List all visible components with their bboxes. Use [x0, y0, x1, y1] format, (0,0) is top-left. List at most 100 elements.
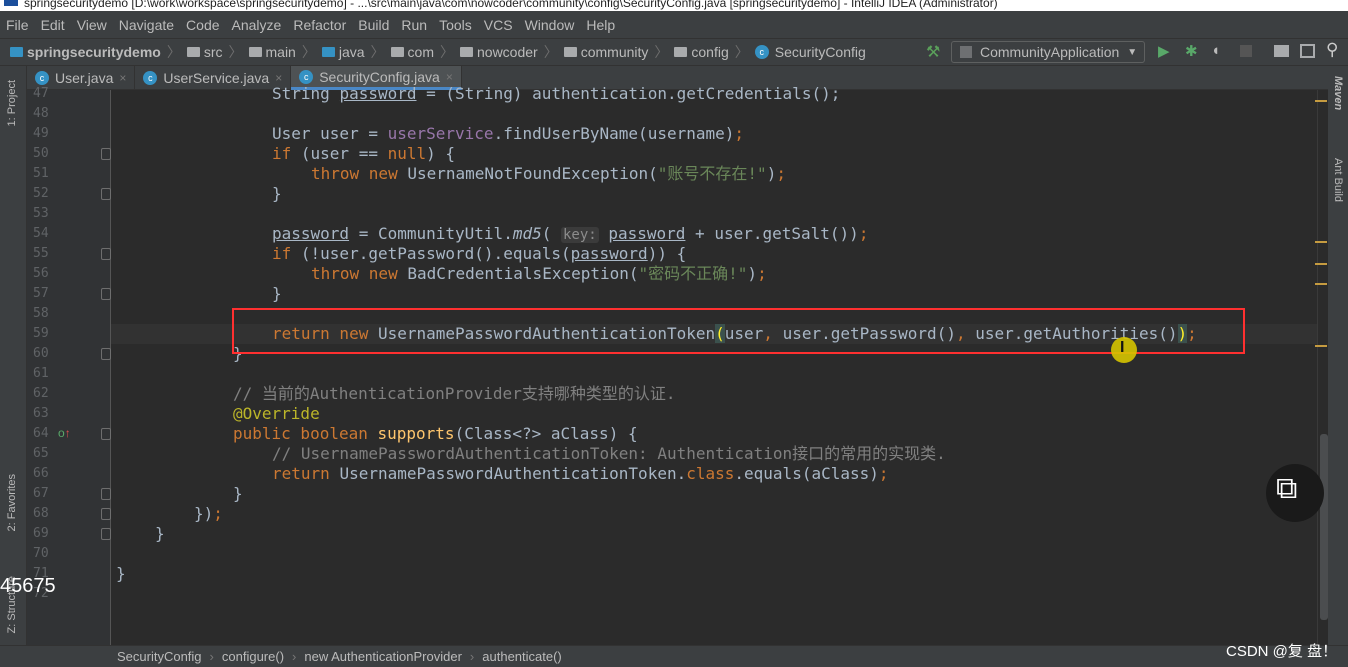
- status-breadcrumb-item[interactable]: configure(): [222, 649, 284, 664]
- status-breadcrumb-item[interactable]: new AuthenticationProvider: [304, 649, 462, 664]
- window-title: springsecuritydemo [D:\work\workspace\sp…: [24, 0, 998, 10]
- favorites-tool-button[interactable]: 2: Favorites: [6, 474, 18, 531]
- fold-marker-icon[interactable]: [101, 488, 111, 500]
- close-icon[interactable]: ×: [119, 71, 126, 85]
- code-token: = (String) authentication.getCredentials…: [416, 84, 841, 103]
- stop-icon[interactable]: [1240, 45, 1252, 57]
- menu-item-analyze[interactable]: Analyze: [232, 17, 282, 33]
- code-line[interactable]: @Override: [233, 404, 320, 424]
- project-structure-icon[interactable]: [1274, 45, 1289, 57]
- menu-item-code[interactable]: Code: [186, 17, 219, 33]
- code-line[interactable]: }: [116, 564, 126, 584]
- breadcrumb-item[interactable]: c SecurityConfig: [754, 44, 866, 60]
- ant-build-tool-button[interactable]: Ant Build: [1332, 158, 1344, 202]
- line-number: 48: [33, 106, 49, 121]
- menu-item-run[interactable]: Run: [401, 17, 427, 33]
- close-icon[interactable]: ×: [446, 70, 453, 84]
- terminal-window-icon[interactable]: [1300, 44, 1315, 58]
- code-line[interactable]: throw new BadCredentialsException("密码不正确…: [311, 264, 767, 284]
- menu-item-tools[interactable]: Tools: [439, 17, 472, 33]
- search-icon[interactable]: ⚲: [1326, 40, 1338, 60]
- menu-item-edit[interactable]: Edit: [41, 17, 65, 33]
- code-line[interactable]: }: [155, 524, 165, 544]
- code-token: }: [272, 284, 282, 303]
- breadcrumb-item[interactable]: springsecuritydemo: [10, 44, 161, 60]
- code-line[interactable]: }: [233, 484, 243, 504]
- override-marker-icon[interactable]: o↑: [58, 426, 71, 440]
- breadcrumb-label: config: [691, 44, 729, 60]
- code-line[interactable]: if (user == null) {: [272, 144, 455, 164]
- code-line[interactable]: password = CommunityUtil.md5( key: passw…: [272, 224, 868, 244]
- breadcrumb-item[interactable]: java: [321, 44, 365, 60]
- fold-marker-icon[interactable]: [101, 428, 111, 440]
- build-hammer-icon[interactable]: ⚒: [926, 42, 940, 62]
- run-configuration-select[interactable]: CommunityApplication ▼: [951, 41, 1145, 63]
- class-icon: c: [754, 45, 769, 59]
- error-stripe-mark[interactable]: [1315, 263, 1327, 265]
- maven-tool-button[interactable]: Maven: [1332, 76, 1344, 110]
- menu-item-window[interactable]: Window: [525, 17, 575, 33]
- code-line[interactable]: }: [272, 184, 282, 204]
- fold-marker-icon[interactable]: [101, 288, 111, 300]
- code-line[interactable]: // 当前的AuthenticationProvider支持哪种类型的认证.: [233, 384, 675, 404]
- chevron-down-icon: ▼: [1127, 46, 1138, 58]
- chevron-right-icon: 〉: [301, 44, 316, 60]
- menu-item-help[interactable]: Help: [586, 17, 615, 33]
- breadcrumb-item[interactable]: com: [390, 44, 434, 60]
- code-line[interactable]: User user = userService.findUserByName(u…: [272, 124, 744, 144]
- code-token: if: [272, 144, 292, 163]
- breadcrumb-item[interactable]: nowcoder: [460, 44, 538, 60]
- code-token: UsernameNotFoundException(: [407, 164, 658, 183]
- scrollbar-thumb[interactable]: [1320, 434, 1328, 620]
- menu-item-refactor[interactable]: Refactor: [293, 17, 346, 33]
- close-icon[interactable]: ×: [275, 71, 282, 85]
- code-line[interactable]: throw new UsernameNotFoundException("账号不…: [311, 164, 786, 184]
- line-number: 60: [33, 346, 49, 361]
- code-line[interactable]: String password = (String) authenticatio…: [272, 84, 840, 104]
- code-token: ;: [734, 124, 745, 143]
- code-token: )) {: [647, 244, 687, 263]
- menu-item-view[interactable]: View: [77, 17, 107, 33]
- status-breadcrumb-item[interactable]: SecurityConfig: [117, 649, 202, 664]
- line-number: 65: [33, 446, 49, 461]
- status-breadcrumb-item[interactable]: authenticate(): [482, 649, 562, 664]
- code-line[interactable]: return UsernamePasswordAuthenticationTok…: [272, 464, 889, 484]
- breadcrumb-item[interactable]: src: [186, 44, 223, 60]
- code-line[interactable]: public boolean supports(Class<?> aClass)…: [233, 424, 638, 444]
- menu-item-build[interactable]: Build: [358, 17, 389, 33]
- fold-marker-icon[interactable]: [101, 188, 111, 200]
- coverage-icon[interactable]: ◖: [1211, 42, 1220, 59]
- chevron-right-icon: ›: [469, 649, 475, 664]
- error-stripe-mark[interactable]: [1315, 100, 1327, 102]
- breadcrumb-item[interactable]: community: [563, 44, 648, 60]
- code-token: ;: [213, 504, 223, 523]
- fold-marker-icon[interactable]: [101, 248, 111, 260]
- debug-bug-icon[interactable]: ✱: [1185, 42, 1198, 60]
- code-line[interactable]: // UsernamePasswordAuthenticationToken: …: [272, 444, 946, 464]
- breadcrumb-item[interactable]: main: [248, 44, 296, 60]
- menu-item-vcs[interactable]: VCS: [484, 17, 513, 33]
- error-stripe-mark[interactable]: [1315, 345, 1327, 347]
- menu-item-file[interactable]: File: [6, 17, 29, 33]
- code-token: password: [339, 84, 417, 103]
- code-line[interactable]: }: [272, 284, 282, 304]
- breadcrumb-item[interactable]: config: [674, 44, 729, 60]
- breadcrumb-label: SecurityConfig: [774, 44, 866, 60]
- project-tool-button[interactable]: 1: Project: [6, 80, 18, 126]
- code-token: }): [194, 504, 214, 523]
- fold-marker-icon[interactable]: [101, 348, 111, 360]
- fold-marker-icon[interactable]: [101, 508, 111, 520]
- fold-marker-icon[interactable]: [101, 528, 111, 540]
- code-line[interactable]: if (!user.getPassword().equals(password)…: [272, 244, 686, 264]
- line-number: 61: [33, 366, 49, 381]
- error-stripe-mark[interactable]: [1315, 241, 1327, 243]
- code-line[interactable]: });: [194, 504, 223, 524]
- code-token: .equals(aClass): [734, 464, 879, 483]
- tab-userservice-java[interactable]: c UserService.java ×: [135, 66, 292, 90]
- menu-item-navigate[interactable]: Navigate: [119, 17, 174, 33]
- error-stripe-mark[interactable]: [1315, 283, 1327, 285]
- code-token: User user =: [272, 124, 388, 143]
- code-token: password: [570, 244, 648, 263]
- fold-marker-icon[interactable]: [101, 148, 111, 160]
- run-icon[interactable]: ▶: [1158, 42, 1170, 60]
